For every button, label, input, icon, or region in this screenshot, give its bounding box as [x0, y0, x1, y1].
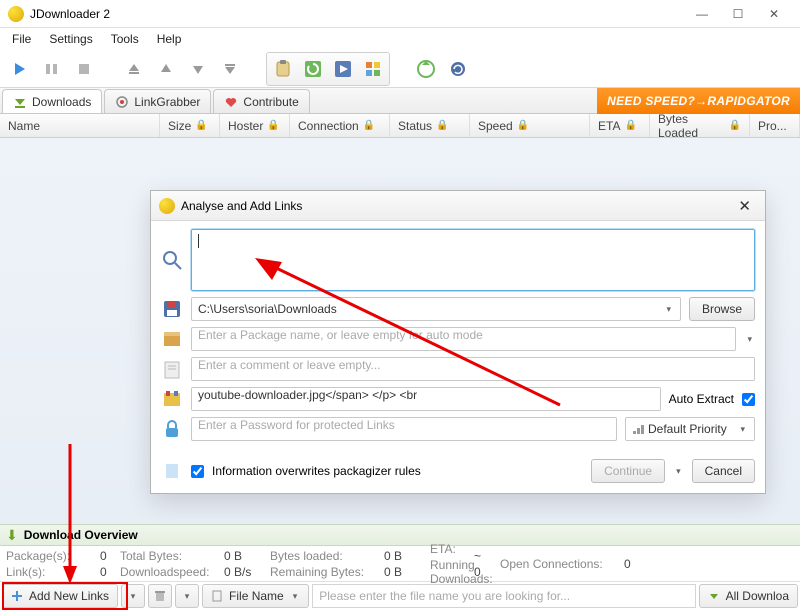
minimize-button[interactable]: — [684, 2, 720, 26]
download-icon [13, 95, 27, 109]
archive-name-input[interactable]: youtube-downloader.jpg</span> </p> <br [191, 387, 661, 411]
linkgrabber-icon [115, 95, 129, 109]
download-overview-bar[interactable]: ⬇ Download Overview [0, 524, 800, 546]
add-new-links-button[interactable]: Add New Links [2, 584, 118, 608]
packages-label: Package(s): [6, 549, 70, 563]
links-value: 0 [100, 565, 107, 579]
links-label: Link(s): [6, 565, 45, 579]
play-button[interactable] [6, 55, 34, 83]
tab-linkgrabber-label: LinkGrabber [134, 95, 200, 109]
continue-dropdown[interactable]: ▾ [673, 466, 684, 477]
clipboard-button[interactable] [269, 55, 297, 83]
window-title: JDownloader 2 [30, 7, 110, 21]
move-down-button[interactable] [184, 55, 212, 83]
search-input[interactable]: Please enter the file name you are looki… [312, 584, 695, 608]
continue-button[interactable]: Continue [591, 459, 665, 483]
banner-ad[interactable]: NEED SPEED?→RAPIDGATOR [597, 88, 800, 114]
plus-icon [11, 590, 23, 602]
tab-contribute[interactable]: Contribute [213, 89, 309, 113]
overwrite-label: Information overwrites packagizer rules [212, 464, 421, 478]
dialog-title: Analyse and Add Links [181, 199, 302, 213]
column-header-row: Name Size🔒 Hoster🔒 Connection🔒 Status🔒 S… [0, 114, 800, 138]
trash-dropdown-button[interactable]: ▾ [175, 584, 199, 608]
stats-row: Package(s): Link(s): 0 0 Total Bytes: Do… [0, 546, 800, 582]
save-icon [161, 298, 183, 320]
dialog-title-bar: Analyse and Add Links ✕ [151, 191, 765, 221]
title-bar: JDownloader 2 — ☐ ✕ [0, 0, 800, 28]
tab-downloads[interactable]: Downloads [2, 89, 102, 113]
col-connection[interactable]: Connection🔒 [290, 114, 390, 137]
stop-button[interactable] [70, 55, 98, 83]
menu-help[interactable]: Help [149, 30, 190, 48]
filename-label: File Name [229, 589, 284, 603]
app-logo-icon [159, 198, 175, 214]
lock-icon [161, 418, 183, 440]
dialog-close-button[interactable]: ✕ [732, 197, 757, 215]
lock-icon: 🔒 [195, 120, 207, 131]
bottom-bar: Add New Links ▾ ▾ File Name ▾ Please ent… [0, 582, 800, 610]
auto-reconnect-button[interactable] [299, 55, 327, 83]
dropdown-icon[interactable]: ▾ [744, 334, 755, 345]
pause-button[interactable] [38, 55, 66, 83]
col-hoster[interactable]: Hoster🔒 [220, 114, 290, 137]
col-size[interactable]: Size🔒 [160, 114, 220, 137]
priority-icon [632, 423, 644, 435]
package-icon [161, 328, 183, 350]
auto-extract-label: Auto Extract [669, 392, 734, 406]
menu-settings[interactable]: Settings [41, 30, 100, 48]
trash-button[interactable] [148, 584, 172, 608]
toolbar [0, 50, 800, 88]
col-status[interactable]: Status🔒 [390, 114, 470, 137]
comment-input[interactable]: Enter a comment or leave empty... [191, 357, 755, 381]
packages-value: 0 [100, 549, 107, 563]
overwrite-checkbox[interactable] [191, 465, 204, 478]
comment-icon [161, 358, 183, 380]
col-eta[interactable]: ETA🔒 [590, 114, 650, 137]
filename-filter[interactable]: File Name ▾ [202, 584, 309, 608]
move-bottom-button[interactable] [216, 55, 244, 83]
file-icon [211, 590, 223, 602]
update-button[interactable] [412, 55, 440, 83]
links-textarea[interactable] [191, 229, 755, 291]
col-pro[interactable]: Pro... [750, 114, 800, 137]
password-input[interactable]: Enter a Password for protected Links [191, 417, 617, 441]
tab-downloads-label: Downloads [32, 95, 91, 109]
archive-icon [161, 388, 183, 410]
maximize-button[interactable]: ☐ [720, 2, 756, 26]
app-logo-icon [8, 6, 24, 22]
search-icon [161, 249, 183, 271]
col-speed[interactable]: Speed🔒 [470, 114, 590, 137]
analyse-add-links-dialog: Analyse and Add Links ✕ C:\Users\soria\D… [150, 190, 766, 494]
move-top-button[interactable] [120, 55, 148, 83]
auto-start-button[interactable] [329, 55, 357, 83]
menu-file[interactable]: File [4, 30, 39, 48]
heart-icon [224, 95, 238, 109]
package-name-input[interactable]: Enter a Package name, or leave empty for… [191, 327, 736, 351]
overview-title: Download Overview [24, 528, 138, 542]
add-new-links-label: Add New Links [29, 589, 109, 603]
reconnect-button[interactable] [444, 55, 472, 83]
col-bytes-loaded[interactable]: Bytes Loaded🔒 [650, 114, 750, 137]
info-icon [161, 460, 183, 482]
all-downloads-button[interactable]: All Downloa [699, 584, 798, 608]
tab-contribute-label: Contribute [243, 95, 298, 109]
col-name[interactable]: Name [0, 114, 160, 137]
browse-button[interactable]: Browse [689, 297, 755, 321]
cancel-button[interactable]: Cancel [692, 459, 755, 483]
tab-bar: Downloads LinkGrabber Contribute NEED SP… [0, 88, 800, 114]
add-dropdown-button[interactable]: ▾ [121, 584, 145, 608]
move-up-button[interactable] [152, 55, 180, 83]
auto-extract-checkbox[interactable] [742, 393, 755, 406]
tab-linkgrabber[interactable]: LinkGrabber [104, 89, 211, 113]
path-dropdown[interactable]: C:\Users\soria\Downloads▾ [191, 297, 681, 321]
chunks-button[interactable] [359, 55, 387, 83]
menu-bar: File Settings Tools Help [0, 28, 800, 50]
download-icon [708, 590, 720, 602]
close-button[interactable]: ✕ [756, 2, 792, 26]
menu-tools[interactable]: Tools [103, 30, 147, 48]
priority-dropdown[interactable]: Default Priority▾ [625, 417, 755, 441]
